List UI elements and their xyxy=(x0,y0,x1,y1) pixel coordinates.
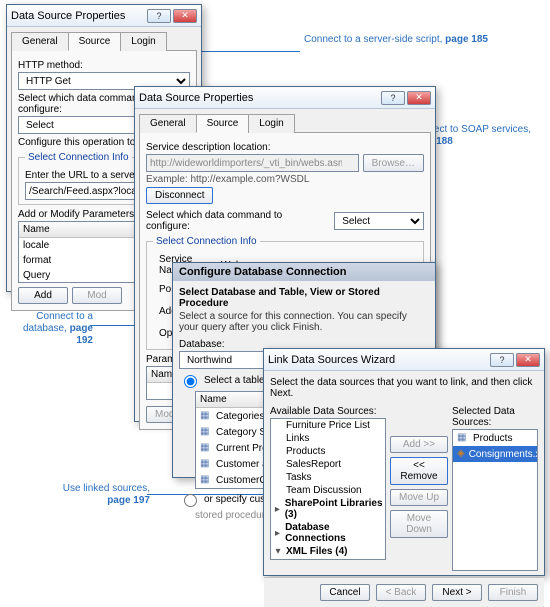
heading: Select Database and Table, View or Store… xyxy=(179,287,429,309)
available-label: Available Data Sources: xyxy=(270,406,386,417)
tab-login[interactable]: Login xyxy=(248,114,294,133)
conn-title: Select Connection Info xyxy=(25,152,132,163)
tree-group[interactable]: ▾XML Files (4) xyxy=(271,545,385,558)
help-button[interactable]: ? xyxy=(381,91,405,105)
back-button: < Back xyxy=(376,584,426,601)
table-icon xyxy=(200,410,212,422)
instructions: Select the data sources that you want to… xyxy=(270,377,538,399)
subtext: Select a source for this connection. You… xyxy=(179,311,429,333)
svc-loc-label: Service description location: xyxy=(146,142,424,153)
tab-source[interactable]: Source xyxy=(68,32,122,51)
dialog-link-data-sources: Link Data Sources Wizard ? ✕ Select the … xyxy=(263,348,545,576)
table-icon xyxy=(200,458,212,470)
annotation-server-side: Connect to a server-side script, page 18… xyxy=(304,33,488,45)
add-button[interactable]: Add xyxy=(18,287,68,304)
tab-general[interactable]: General xyxy=(139,114,197,133)
help-button[interactable]: ? xyxy=(490,353,514,367)
close-button[interactable]: ✕ xyxy=(516,353,540,367)
annotation-linked: Use linked sources, page 197 xyxy=(50,482,150,506)
tree-item[interactable]: Furniture Price List xyxy=(271,419,385,432)
add-button: Add >> xyxy=(390,436,448,453)
table-icon xyxy=(200,442,212,454)
move-up-button: Move Up xyxy=(390,489,448,506)
tab-source[interactable]: Source xyxy=(196,114,250,133)
titlebar-title: Data Source Properties xyxy=(11,10,145,22)
xml-icon xyxy=(457,448,465,460)
table-icon xyxy=(200,474,212,486)
cmd-select[interactable]: Select xyxy=(334,212,424,230)
radio-custom[interactable] xyxy=(184,494,197,507)
disconnect-button[interactable]: Disconnect xyxy=(146,187,213,204)
titlebar-title: Data Source Properties xyxy=(139,92,379,104)
remove-button[interactable]: << Remove xyxy=(390,457,448,485)
close-button[interactable]: ✕ xyxy=(407,91,431,105)
conn-title: Select Connection Info xyxy=(153,236,260,247)
dialog-title: Configure Database Connection xyxy=(173,263,435,281)
tree-item[interactable]: AdRotator.xml xyxy=(271,558,385,560)
tree-group[interactable]: ▸Database Connections xyxy=(271,521,385,545)
finish-button: Finish xyxy=(488,584,538,601)
example-text: Example: http://example.com?WSDL xyxy=(146,174,424,185)
tree-item[interactable]: Links xyxy=(271,432,385,445)
tree-item[interactable]: Products xyxy=(271,445,385,458)
tree-item[interactable]: Team Discussion xyxy=(271,484,385,497)
tree-item[interactable]: SalesReport xyxy=(271,458,385,471)
titlebar-title: Link Data Sources Wizard xyxy=(268,354,488,366)
cancel-button[interactable]: Cancel xyxy=(320,584,370,601)
http-method-label: HTTP method: xyxy=(18,60,190,71)
selected-item[interactable]: Products xyxy=(453,430,537,446)
selected-label: Selected Data Sources: xyxy=(452,406,538,428)
tree-group[interactable]: ▸SharePoint Libraries (3) xyxy=(271,497,385,521)
modify-button: Mod xyxy=(72,287,122,304)
svc-loc-input xyxy=(146,154,359,172)
next-button[interactable]: Next > xyxy=(432,584,482,601)
selected-item[interactable]: Consignments.xml xyxy=(453,446,537,462)
table-icon xyxy=(200,426,212,438)
tab-login[interactable]: Login xyxy=(120,32,166,51)
xml-icon xyxy=(285,559,297,560)
help-button[interactable]: ? xyxy=(147,9,171,23)
cmd-label: Select which data command to configure: xyxy=(146,210,328,232)
tree-item[interactable]: Tasks xyxy=(271,471,385,484)
close-button[interactable]: ✕ xyxy=(173,9,197,23)
list-icon xyxy=(457,432,469,444)
browse-button: Browse… xyxy=(363,154,424,172)
annotation-database: Connect to a database, page 192 xyxy=(13,310,93,346)
move-down-button: Move Down xyxy=(390,510,448,538)
tab-general[interactable]: General xyxy=(11,32,69,51)
radio-table[interactable] xyxy=(184,375,197,388)
